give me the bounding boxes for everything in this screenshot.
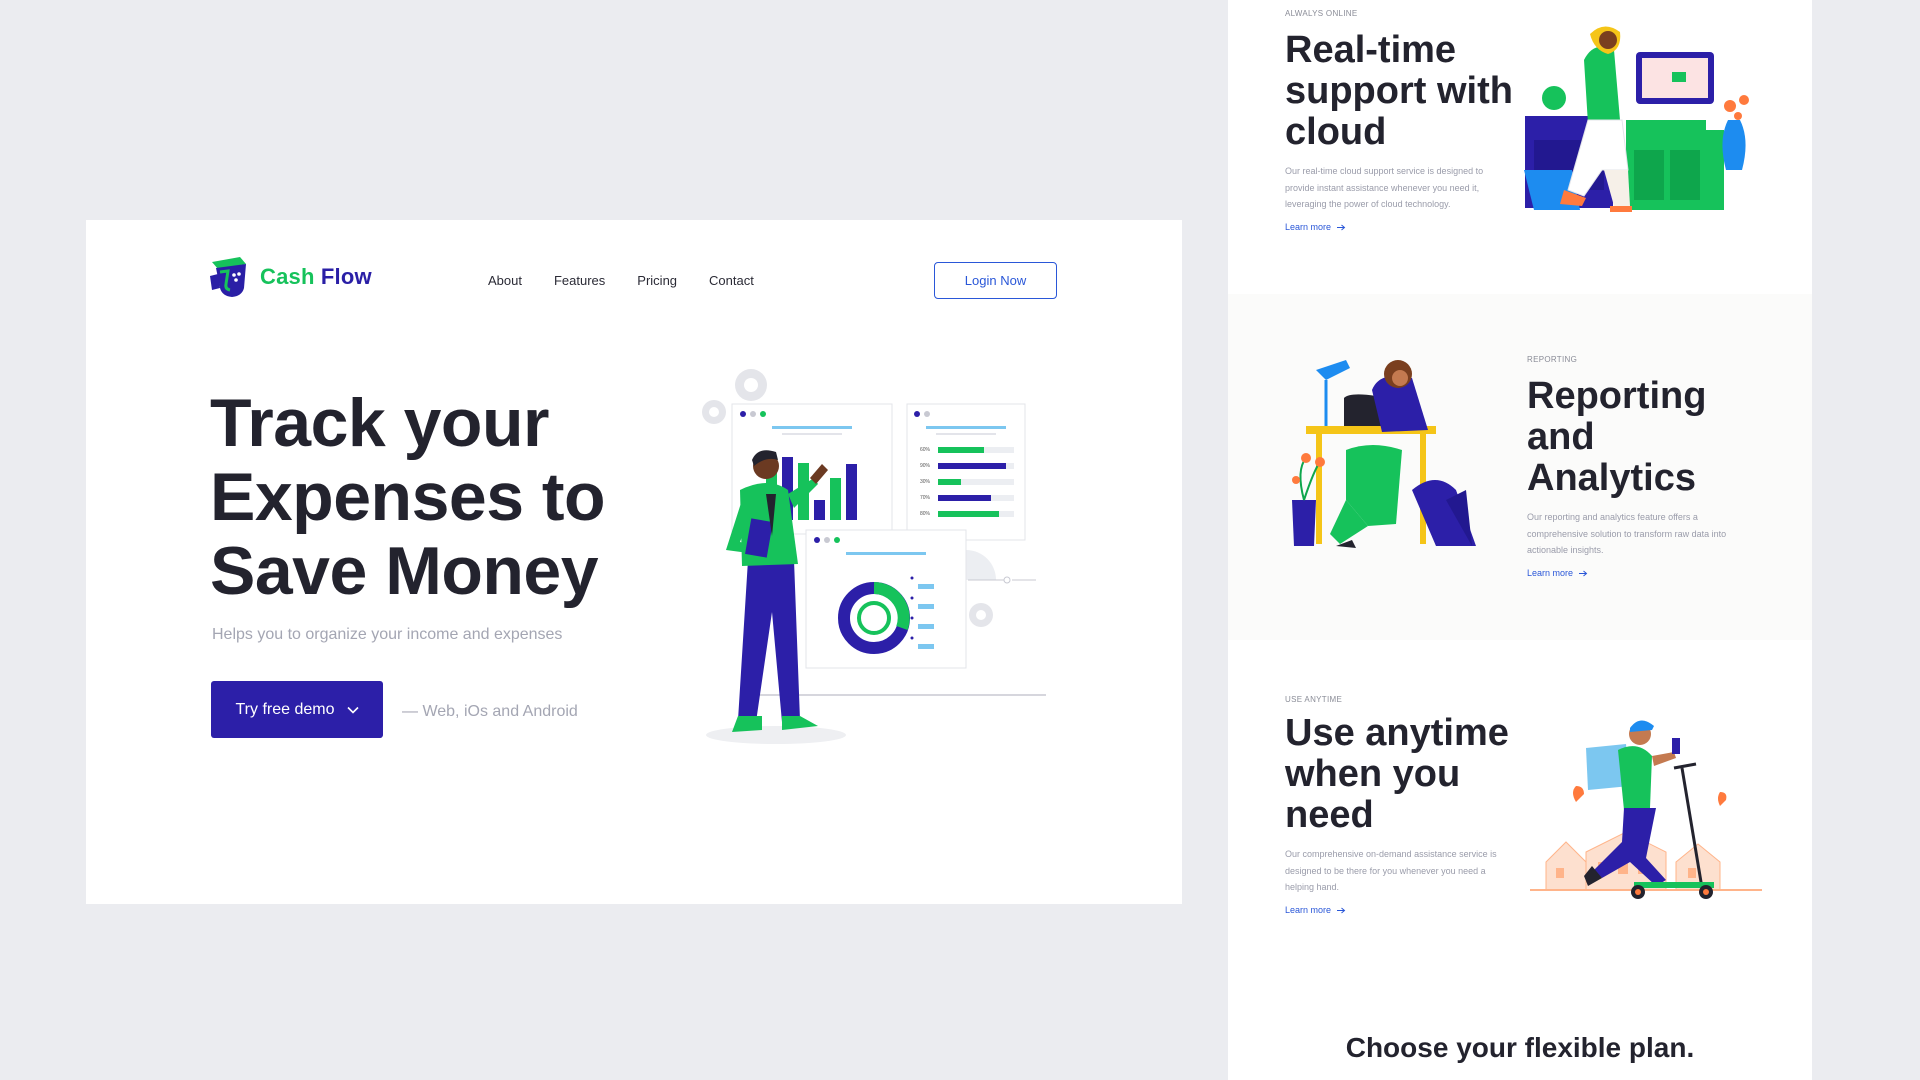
dashboard-illustration: 60% 90% 30% 70% 80% — [702, 369, 1046, 744]
nav-pricing[interactable]: Pricing — [637, 273, 677, 288]
hero-card: Cash Flow About Features Pricing Contact… — [86, 220, 1182, 904]
features-panel: ALWALYS ONLINE Real-time support with cl… — [1228, 0, 1812, 1080]
reporting-illustration — [1292, 360, 1476, 548]
hero-title: Track your Expenses to Save Money — [210, 385, 606, 609]
feature-description: Our reporting and analytics feature offe… — [1527, 512, 1727, 555]
arrow-right-icon — [1337, 907, 1346, 913]
nav-about[interactable]: About — [488, 273, 522, 288]
brand-name-cash: Cash — [260, 264, 315, 289]
feature-title: Real-time support with cloud — [1285, 29, 1513, 153]
feature-eyebrow: REPORTING — [1527, 355, 1578, 364]
feature-title: Use anytime when you need — [1285, 712, 1509, 836]
progress-label: 60% — [920, 447, 931, 453]
learn-more-label: Learn more — [1285, 905, 1332, 915]
progress-label: 30% — [920, 479, 931, 485]
arrow-right-icon — [1337, 224, 1346, 230]
try-demo-button[interactable]: Try free demo — [211, 681, 383, 738]
progress-panel: 60% 90% 30% 70% 80% — [906, 403, 1026, 541]
donut-panel — [805, 529, 996, 669]
cloud-support-illustration — [1524, 26, 1749, 212]
logo-icon — [210, 257, 246, 297]
arrow-right-icon — [1579, 570, 1588, 576]
feature-title: Reporting and Analytics — [1527, 375, 1707, 499]
progress-label: 80% — [920, 511, 931, 517]
feature-description: Our real-time cloud support service is d… — [1285, 166, 1484, 209]
feature-realtime-support: ALWALYS ONLINE Real-time support with cl… — [1228, 0, 1812, 292]
platforms-text: — Web, iOs and Android — [402, 703, 578, 720]
brand-name: Cash Flow — [260, 264, 372, 290]
learn-more-link[interactable]: Learn more — [1285, 905, 1346, 915]
brand-logo[interactable]: Cash Flow — [206, 254, 372, 300]
progress-label: 90% — [920, 463, 931, 469]
nav-contact[interactable]: Contact — [709, 273, 754, 288]
plans-section-title: Choose your flexible plan. — [1345, 1032, 1695, 1063]
hero-subtitle: Helps you to organize your income and ex… — [212, 626, 563, 643]
learn-more-label: Learn more — [1285, 222, 1332, 232]
feature-use-anytime: USE ANYTIME Use anytime when you need Ou… — [1228, 640, 1812, 980]
brand-name-flow: Flow — [320, 264, 372, 289]
chevron-down-icon — [346, 706, 359, 714]
progress-label: 70% — [920, 495, 931, 501]
feature-reporting: REPORTING Reporting and Analytics Our re… — [1228, 294, 1812, 640]
learn-more-link[interactable]: Learn more — [1527, 568, 1588, 578]
feature-description: Our comprehensive on-demand assistance s… — [1285, 849, 1497, 892]
learn-more-label: Learn more — [1527, 568, 1574, 578]
login-button[interactable]: Login Now — [934, 262, 1057, 299]
main-nav: About Features Pricing Contact — [488, 273, 754, 288]
scooter-illustration — [1530, 720, 1762, 899]
learn-more-link[interactable]: Learn more — [1285, 222, 1346, 232]
try-demo-label: Try free demo — [235, 700, 335, 718]
feature-eyebrow: USE ANYTIME — [1285, 695, 1343, 704]
nav-features[interactable]: Features — [554, 273, 605, 288]
feature-eyebrow: ALWALYS ONLINE — [1285, 9, 1358, 18]
